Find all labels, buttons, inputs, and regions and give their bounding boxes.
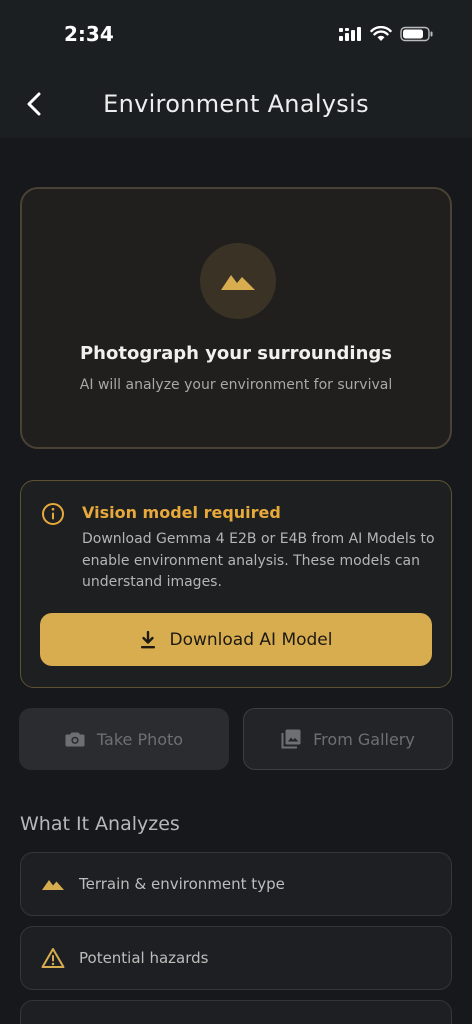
page-title: Environment Analysis [103,90,369,118]
analyzes-section-title: What It Analyzes [20,813,180,835]
battery-icon [400,26,433,42]
list-item-label: Terrain & environment type [79,875,285,893]
mountain-icon [42,880,64,890]
download-ai-model-button[interactable]: Download AI Model [40,613,432,666]
warning-icon [41,948,65,968]
photo-card-subtitle: AI will analyze your environment for sur… [79,377,393,393]
download-button-label: Download AI Model [169,629,333,650]
from-gallery-label: From Gallery [313,729,415,749]
warning-body: Download Gemma 4 E2B or E4B from AI Mode… [82,531,435,590]
vision-model-warning: Vision model required Download Gemma 4 E… [20,480,452,688]
status-bar: 2:34 [0,0,472,70]
take-photo-button[interactable]: Take Photo [19,708,229,770]
photo-capture-card[interactable]: Photograph your surroundings AI will ana… [20,187,452,449]
gallery-icon [281,729,301,749]
list-item-partial [20,1000,452,1024]
list-item-terrain: Terrain & environment type [20,852,452,916]
photo-card-title: Photograph your surroundings [79,343,393,364]
from-gallery-button[interactable]: From Gallery [243,708,453,770]
download-icon [140,630,155,648]
wifi-icon [370,26,392,41]
camera-icon [65,732,85,747]
photo-icon-badge [200,243,276,319]
status-icons [338,26,434,42]
nav-bar: Environment Analysis [0,70,472,138]
list-item-hazards: Potential hazards [20,926,452,990]
mountain-icon [221,275,255,290]
take-photo-label: Take Photo [96,729,184,749]
cellular-signal-icon [339,27,361,41]
list-item-label: Potential hazards [79,949,209,967]
warning-title: Vision model required [82,503,281,522]
status-time: 2:34 [64,22,114,46]
info-icon [42,503,64,525]
